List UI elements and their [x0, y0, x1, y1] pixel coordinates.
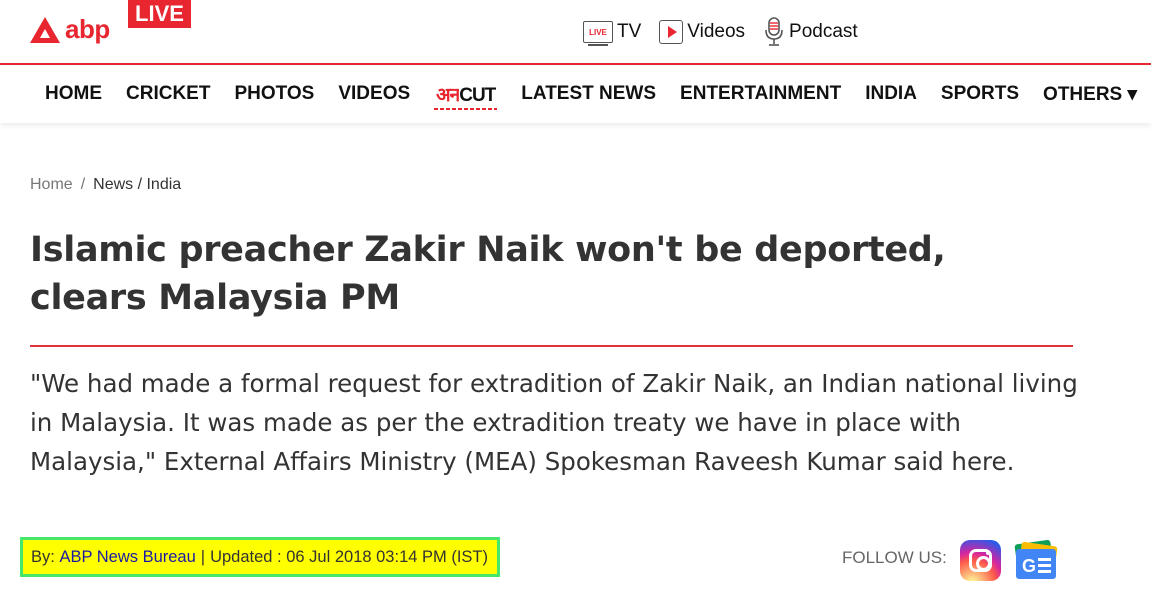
nav-item-unkut-logo[interactable]: अनCUT	[434, 81, 498, 110]
unkut-devanagari: अन	[436, 85, 460, 106]
headline-rule	[30, 345, 1073, 347]
main-nav: HOME CRICKET PHOTOS VIDEOS अनCUT LATEST …	[0, 65, 1151, 123]
videos-link[interactable]: Videos	[659, 20, 745, 44]
live-badge[interactable]: LIVE	[128, 0, 191, 28]
play-icon	[659, 20, 684, 44]
abp-logo[interactable]: abp	[30, 14, 110, 45]
top-bar: abp LIVE LIVE TV Videos Podcast	[0, 0, 1151, 64]
media-links: LIVE TV Videos Podcast	[583, 17, 858, 47]
videos-label: Videos	[687, 21, 746, 42]
microphone-icon	[765, 17, 783, 46]
nav-item-others[interactable]: OTHERS ▾	[1043, 83, 1137, 106]
abp-logo-icon	[30, 16, 60, 43]
article-summary: "We had made a formal request for extrad…	[30, 369, 1078, 476]
nav-item-india[interactable]: INDIA	[865, 83, 917, 105]
chevron-down-icon: ▾	[1127, 83, 1138, 105]
others-label: OTHERS	[1043, 83, 1123, 105]
breadcrumb: Home / News / India	[30, 176, 181, 194]
byline-prefix: By:	[31, 547, 55, 566]
google-news-icon[interactable]: G	[1012, 540, 1060, 582]
nav-item-photos[interactable]: PHOTOS	[234, 83, 314, 105]
nav-item-home[interactable]: HOME	[45, 83, 102, 105]
nav-item-entertainment[interactable]: ENTERTAINMENT	[680, 83, 841, 105]
unkut-cut: CUT	[459, 85, 496, 106]
podcast-label: Podcast	[789, 21, 858, 42]
svg-text:G: G	[1022, 556, 1036, 576]
updated-timestamp: Updated : 06 Jul 2018 03:14 PM (IST)	[210, 547, 488, 566]
podcast-link[interactable]: Podcast	[763, 17, 858, 47]
breadcrumb-home[interactable]: Home	[30, 176, 73, 193]
article-headline: Islamic preacher Zakir Naik won't be dep…	[30, 230, 946, 318]
nav-item-latest-news[interactable]: LATEST NEWS	[521, 83, 656, 105]
breadcrumb-separator: /	[80, 176, 86, 193]
tv-link[interactable]: LIVE TV	[583, 21, 642, 46]
nav-item-videos[interactable]: VIDEOS	[338, 83, 410, 105]
live-tv-icon: LIVE	[583, 21, 613, 46]
instagram-icon[interactable]	[960, 540, 1001, 581]
breadcrumb-path[interactable]: News / India	[93, 176, 181, 193]
logo-text: abp	[65, 14, 110, 44]
nav-item-cricket[interactable]: CRICKET	[126, 83, 210, 105]
byline: By: ABP News Bureau | Updated : 06 Jul 201…	[20, 537, 500, 577]
tv-label: TV	[617, 21, 642, 42]
follow-us-label: FOLLOW US:	[842, 548, 947, 567]
nav-item-sports[interactable]: SPORTS	[941, 83, 1019, 105]
author-link[interactable]: ABP News Bureau	[59, 548, 195, 567]
instagram-dot	[986, 551, 990, 555]
byline-divider: |	[200, 547, 206, 566]
